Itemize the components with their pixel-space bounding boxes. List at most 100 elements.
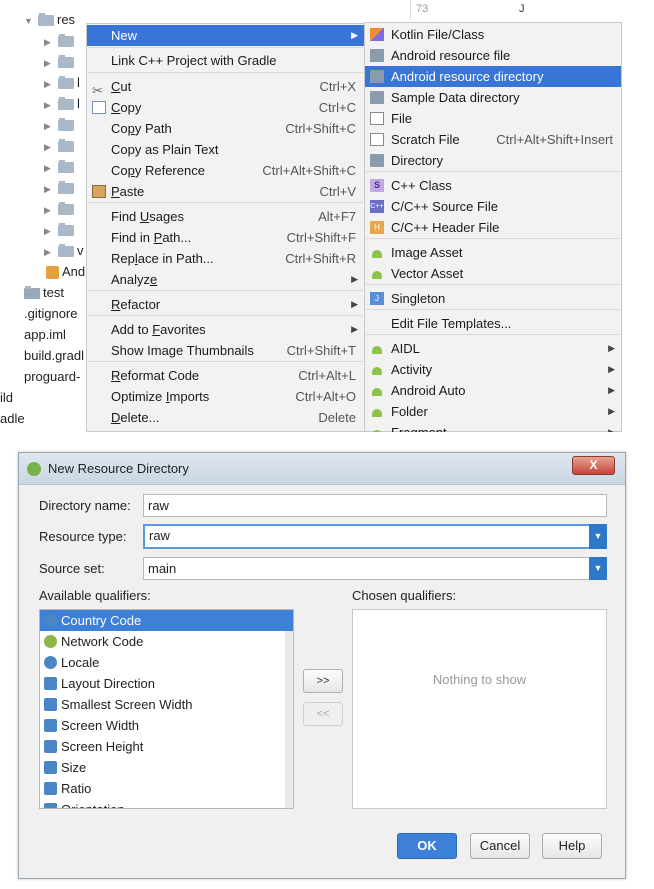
tree-item-file[interactable]: .gitignore [24,303,77,324]
close-button[interactable]: X [572,456,615,475]
context-menu-item-add-to-favorites[interactable]: Add to Favorites ▶ [87,319,364,340]
expand-arrow-icon[interactable]: ▶ [44,179,58,200]
list-scrollbar-track[interactable] [285,610,293,808]
new-submenu-item-file[interactable]: File [365,108,621,129]
new-submenu-item-singleton[interactable]: J Singleton [365,288,621,309]
available-qualifiers-list[interactable]: Orientation Ratio Size Screen Height Screen … [39,609,294,809]
folder-icon [38,13,54,27]
resource-type-select[interactable]: raw [143,524,591,549]
help-button[interactable]: Help [542,833,602,859]
new-submenu-item-kotlin-file-class[interactable]: Kotlin File/Class [365,24,621,45]
new-submenu-item-directory[interactable]: Directory [365,150,621,171]
context-menu-item-paste[interactable]: Paste Ctrl+V [87,181,364,202]
context-menu-item-copy[interactable]: Copy Ctrl+C [87,97,364,118]
cancel-button[interactable]: Cancel [470,833,530,859]
new-submenu-item-c-c-source-file[interactable]: C++ C/C++ Source File [365,196,621,217]
new-resource-directory-dialog: New Resource Directory X Directory name:… [18,452,626,879]
tree-item-file[interactable]: adle [0,408,25,429]
qualifier-item[interactable]: Screen Width [40,715,293,736]
new-submenu-item-android-resource-directory[interactable]: Android resource directory [365,66,621,87]
context-menu-item-refactor[interactable]: Refactor ▶ [87,294,364,315]
new-submenu-item-fragment[interactable]: Fragment ▶ [365,422,621,432]
context-menu-item-copy-path[interactable]: Copy Path Ctrl+Shift+C [87,118,364,139]
directory-name-input[interactable]: raw [143,494,607,517]
tree-item-folder[interactable]: ▶ [44,177,77,198]
new-submenu-item-android-auto[interactable]: Android Auto ▶ [365,380,621,401]
qualifier-item[interactable]: Orientation [40,799,293,808]
expand-arrow-icon[interactable]: ▶ [44,74,58,95]
qualifier-item[interactable]: Layout Direction [40,673,293,694]
tree-item-file[interactable]: ild [0,387,13,408]
context-menu-item-find-usages[interactable]: Find Usages Alt+F7 [87,206,364,227]
new-submenu-item-scratch-file[interactable]: Scratch File Ctrl+Alt+Shift+Insert [365,129,621,150]
tree-item-folder[interactable]: ▶ v [44,240,84,261]
tree-item-folder[interactable]: ▶ [44,51,77,72]
tree-item-file[interactable]: build.gradl [24,345,84,366]
qualifier-item[interactable]: Smallest Screen Width [40,694,293,715]
tree-item-file[interactable]: app.iml [24,324,66,345]
new-submenu-item-image-asset[interactable]: Image Asset [365,242,621,263]
new-submenu-item-android-resource-file[interactable]: Android resource file [365,45,621,66]
new-submenu-item-aidl[interactable]: AIDL ▶ [365,338,621,359]
context-menu-item-copy-as-plain-text[interactable]: Copy as Plain Text [87,139,364,160]
tree-item-file[interactable]: proguard- [24,366,80,387]
context-menu-item-analyze[interactable]: Analyze ▶ [87,269,364,290]
qualifier-item[interactable]: Locale [40,652,293,673]
tree-item-folder[interactable]: ▶ [44,30,77,51]
resource-type-dropdown-icon[interactable]: ▼ [589,524,607,549]
qualifier-item[interactable]: Network Code [40,631,293,652]
tree-item-folder[interactable]: ▶ [44,114,77,135]
expand-arrow-icon[interactable]: ▶ [44,242,58,263]
context-menu-item-find-in-path[interactable]: Find in Path... Ctrl+Shift+F [87,227,364,248]
context-menu-item-copy-reference[interactable]: Copy Reference Ctrl+Alt+Shift+C [87,160,364,181]
new-submenu-item-edit-file-templates[interactable]: Edit File Templates... [365,313,621,334]
qualifier-item[interactable]: Size [40,757,293,778]
context-menu-item-reformat-code[interactable]: Reformat Code Ctrl+Alt+L [87,365,364,386]
new-submenu-item-vector-asset[interactable]: Vector Asset [365,263,621,284]
qualifier-item[interactable]: Country Code [40,610,285,631]
source-set-dropdown-icon[interactable]: ▼ [589,557,607,580]
context-menu-item-cut[interactable]: Cut Ctrl+X [87,76,364,97]
expand-arrow-icon[interactable]: ▶ [44,95,58,116]
expand-arrow-icon[interactable]: ▶ [44,200,58,221]
tree-item-file[interactable]: test [24,282,64,303]
tree-item-label: app.iml [24,327,66,342]
qualifier-label: Screen Height [61,739,144,754]
expand-arrow-icon[interactable]: ▶ [44,32,58,53]
tree-root-res[interactable]: ▼ res [24,9,75,30]
ok-button[interactable]: OK [397,833,457,859]
expand-arrow-icon[interactable]: ▶ [44,53,58,74]
list-scrollbar-thumb[interactable] [285,610,293,631]
new-submenu-item-c-c-header-file[interactable]: H C/C++ Header File [365,217,621,238]
tree-item-manifest[interactable]: And [46,261,85,282]
menu-separator [88,72,363,73]
expand-arrow-icon[interactable]: ▼ [24,11,38,32]
expand-arrow-icon[interactable]: ▶ [44,116,58,137]
expand-arrow-icon[interactable]: ▶ [44,158,58,179]
tree-item-folder[interactable]: ▶ [44,198,77,219]
chosen-qualifiers-list[interactable]: Nothing to show [352,609,607,809]
context-menu-item-show-image-thumbnails[interactable]: Show Image Thumbnails Ctrl+Shift+T [87,340,364,361]
expand-arrow-icon[interactable]: ▶ [44,137,58,158]
tree-item-folder[interactable]: ▶ [44,219,77,240]
remove-qualifier-button[interactable]: << [303,702,343,726]
tree-item-folder[interactable]: ▶ [44,156,77,177]
source-set-select[interactable]: main [143,557,591,580]
new-submenu-item-c-class[interactable]: S C++ Class [365,175,621,196]
qualifier-item[interactable]: Ratio [40,778,293,799]
add-qualifier-button[interactable]: >> [303,669,343,693]
tree-item-folder[interactable]: ▶ l [44,93,80,114]
expand-arrow-icon[interactable]: ▶ [44,221,58,242]
context-menu-item-new[interactable]: New ▶ [87,25,364,46]
context-menu-item-replace-in-path[interactable]: Replace in Path... Ctrl+Shift+R [87,248,364,269]
new-submenu-item-activity[interactable]: Activity ▶ [365,359,621,380]
context-menu-item-optimize-imports[interactable]: Optimize Imports Ctrl+Alt+O [87,386,364,407]
context-menu-item-link-c-project-with-gradle[interactable]: Link C++ Project with Gradle [87,50,364,71]
new-submenu-item-sample-data-directory[interactable]: Sample Data directory [365,87,621,108]
dialog-titlebar[interactable]: New Resource Directory X [19,453,625,485]
context-menu-item-delete[interactable]: Delete... Delete [87,407,364,428]
tree-item-folder[interactable]: ▶ [44,135,77,156]
qualifier-item[interactable]: Screen Height [40,736,293,757]
tree-item-folder[interactable]: ▶ l [44,72,80,93]
new-submenu-item-folder[interactable]: Folder ▶ [365,401,621,422]
